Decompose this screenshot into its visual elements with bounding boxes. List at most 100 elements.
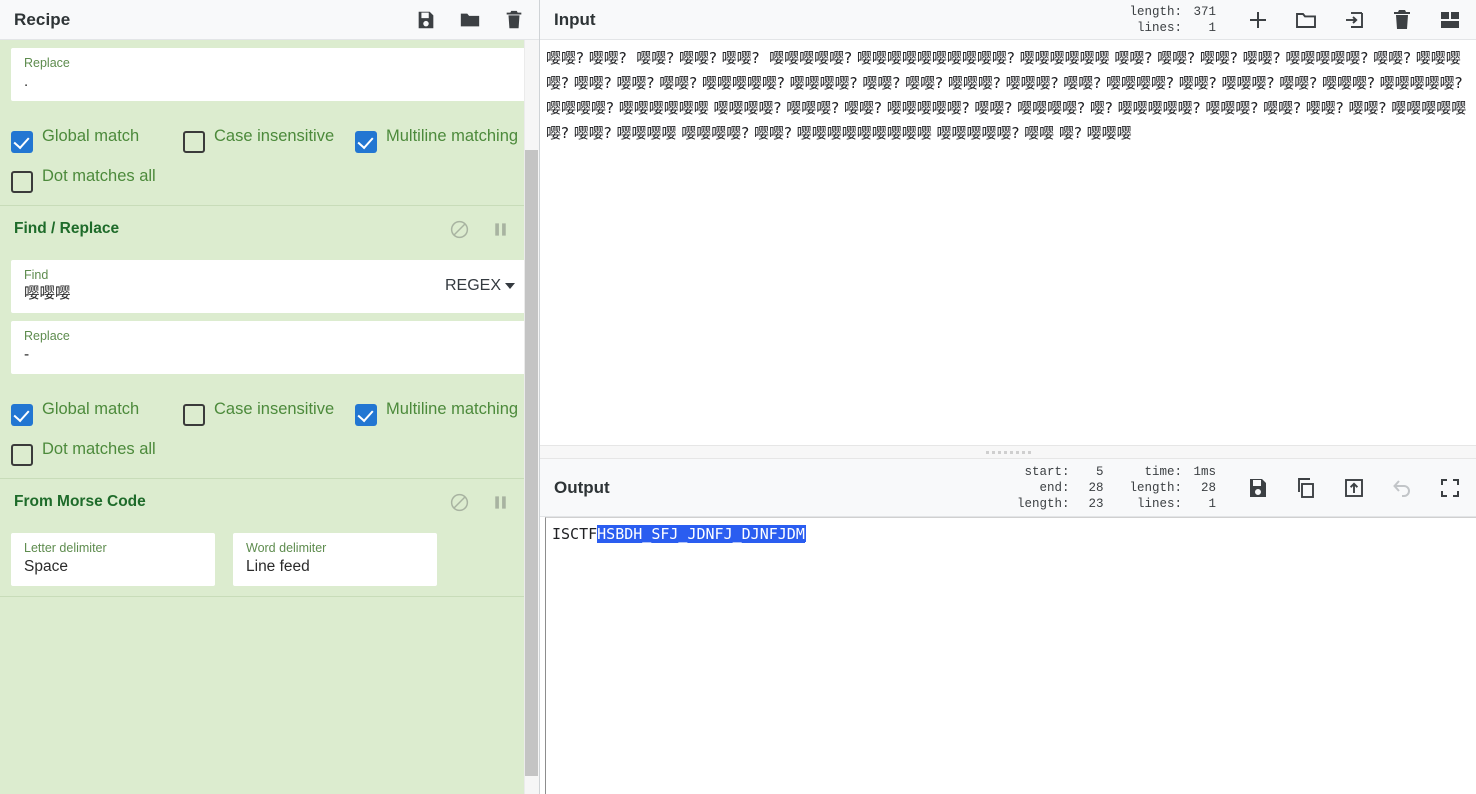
output-time: time: 1ms: [1144, 464, 1216, 479]
checkbox-label: Multiline matching: [386, 400, 519, 418]
recipe-header: Recipe: [0, 0, 539, 40]
input-textarea[interactable]: 嘤嘤? 嘤嘤? 嘤嘤? 嘤嘤? 嘤嘤? 嘤嘤嘤嘤嘤? 嘤嘤嘤嘤嘤嘤嘤嘤嘤嘤? 嘤…: [540, 40, 1476, 445]
chevron-down-icon: [505, 282, 515, 289]
page-title: Recipe: [14, 9, 71, 29]
checkbox-label: Case insensitive: [214, 400, 335, 418]
output-title: Output: [554, 477, 610, 497]
splitter-grip-icon: [985, 450, 1031, 454]
output-lines: lines: 1: [1136, 496, 1216, 511]
field-label: Letter delimiter: [24, 541, 107, 555]
checkbox-global-match[interactable]: Global match: [11, 113, 183, 153]
input-length: length: 371: [1129, 4, 1216, 19]
save-recipe-icon[interactable]: [415, 9, 437, 31]
checkbox-box[interactable]: [11, 171, 33, 193]
letter-delimiter-field[interactable]: Letter delimiter Space: [11, 533, 215, 586]
save-output-icon[interactable]: [1246, 476, 1270, 500]
text-caret: [804, 525, 806, 542]
operation-checkboxes: Global match Case insensitive Multiline …: [0, 101, 539, 195]
find-type-value: REGEX: [444, 277, 501, 294]
field-value: Line feed: [246, 558, 310, 575]
checkbox-case-insensitive[interactable]: Case insensitive: [183, 386, 355, 426]
output-selection-length: length: 23: [1016, 496, 1104, 511]
checkbox-case-insensitive[interactable]: Case insensitive: [183, 113, 355, 153]
output-end: end: 28: [1039, 480, 1104, 495]
checkbox-box[interactable]: [11, 444, 33, 466]
field-value: 嘤嘤嘤: [24, 285, 71, 302]
checkbox-global-match[interactable]: Global match: [11, 386, 183, 426]
operation-title: From Morse Code: [14, 493, 146, 510]
checkbox-multiline-matching[interactable]: Multiline matching: [355, 113, 527, 153]
io-splitter[interactable]: [540, 445, 1476, 459]
add-input-tab-icon[interactable]: [1246, 8, 1270, 32]
field-value: Space: [24, 558, 68, 575]
checkbox-box[interactable]: [11, 404, 33, 426]
checkbox-box[interactable]: [355, 131, 377, 153]
disable-operation-icon[interactable]: [449, 492, 470, 513]
operation-header: Find / Replace: [0, 206, 539, 252]
operation-header: From Morse Code: [0, 479, 539, 525]
output-section: Output start: 5 end: 28 length: 23 time:…: [540, 459, 1476, 794]
input-header: Input length: 371 lines: 1: [540, 0, 1476, 40]
maximise-output-icon[interactable]: [1438, 476, 1462, 500]
operation-checkboxes: Global match Case insensitive Multiline …: [0, 374, 539, 468]
checkbox-label: Case insensitive: [214, 127, 335, 145]
copy-output-icon[interactable]: [1294, 476, 1318, 500]
clear-recipe-icon[interactable]: [503, 9, 525, 31]
undo-icon[interactable]: [1390, 476, 1414, 500]
checkbox-box[interactable]: [11, 131, 33, 153]
field-value: .: [24, 73, 29, 90]
open-file-icon[interactable]: [1294, 8, 1318, 32]
checkbox-box[interactable]: [183, 131, 205, 153]
output-meta: start: 5 end: 28 length: 23 time: 1ms le…: [1017, 464, 1216, 512]
checkbox-multiline-matching[interactable]: Multiline matching: [355, 386, 527, 426]
checkbox-label: Global match: [42, 400, 140, 418]
output-textarea[interactable]: ISCTFHSBDH_SFJ_JDNFJ_DJNFJDM: [545, 517, 1476, 794]
recipe-operation[interactable]: Find / Replace Find 嘤嘤嘤 REGEX Replace - …: [0, 206, 539, 479]
recipe-operation[interactable]: From Morse Code Letter delimiter Space W…: [0, 479, 539, 597]
field-label: Word delimiter: [246, 541, 327, 555]
output-text-selection: HSBDH_SFJ_JDNFJ_DJNFJDM: [597, 525, 805, 543]
recipe-scrollbar-thumb[interactable]: [525, 150, 538, 776]
recipe-operation[interactable]: Replace . Global match Case insensitive: [0, 48, 539, 206]
output-header: Output start: 5 end: 28 length: 23 time:…: [540, 459, 1476, 517]
checkbox-dot-matches-all[interactable]: Dot matches all: [11, 426, 183, 466]
recipe-scrollbar[interactable]: [524, 40, 539, 794]
replace-field[interactable]: Replace .: [11, 48, 528, 101]
pause-operation-icon[interactable]: [490, 219, 511, 240]
operation-controls: [449, 219, 525, 240]
output-selection-meta: start: 5 end: 28 length: 23: [1017, 464, 1104, 512]
operation-controls: [449, 492, 525, 513]
clear-input-icon[interactable]: [1390, 8, 1414, 32]
open-folder-as-input-icon[interactable]: [1342, 8, 1366, 32]
checkbox-box[interactable]: [355, 404, 377, 426]
recipe-operation-list[interactable]: Replace . Global match Case insensitive: [0, 40, 539, 794]
field-label: Find: [24, 268, 49, 282]
replace-field[interactable]: Replace -: [11, 321, 528, 374]
word-delimiter-field[interactable]: Word delimiter Line feed: [233, 533, 437, 586]
checkbox-label: Dot matches all: [42, 167, 156, 185]
input-title: Input: [554, 9, 596, 29]
output-text-content: ISCTFHSBDH_SFJ_JDNFJ_DJNFJDM: [552, 524, 1476, 545]
load-recipe-icon[interactable]: [459, 9, 481, 31]
find-type-dropdown[interactable]: REGEX: [435, 277, 515, 295]
output-icons: [1246, 476, 1462, 500]
cyberchef-app: Recipe Replace . Global match Case insen…: [0, 0, 1476, 794]
checkbox-dot-matches-all[interactable]: Dot matches all: [11, 153, 183, 193]
output-stats-meta: time: 1ms length: 28 lines: 1: [1129, 464, 1216, 512]
field-value: -: [24, 346, 30, 363]
checkbox-label: Global match: [42, 127, 140, 145]
replace-input-with-output-icon[interactable]: [1342, 476, 1366, 500]
input-meta: length: 371 lines: 1: [1129, 4, 1216, 36]
input-lines: lines: 1: [1136, 20, 1216, 35]
find-field[interactable]: Find 嘤嘤嘤 REGEX: [11, 260, 528, 313]
input-icons: [1246, 8, 1462, 32]
pause-operation-icon[interactable]: [490, 492, 511, 513]
checkbox-box[interactable]: [183, 404, 205, 426]
io-panel: Input length: 371 lines: 1 嘤嘤? 嘤嘤? 嘤嘤? 嘤…: [540, 0, 1476, 794]
input-tabs-layout-icon[interactable]: [1438, 8, 1462, 32]
disable-operation-icon[interactable]: [449, 219, 470, 240]
operation-title: Find / Replace: [14, 220, 120, 237]
checkbox-label: Multiline matching: [386, 127, 519, 145]
input-text-content: 嘤嘤? 嘤嘤? 嘤嘤? 嘤嘤? 嘤嘤? 嘤嘤嘤嘤嘤? 嘤嘤嘤嘤嘤嘤嘤嘤嘤嘤? 嘤…: [546, 49, 1468, 142]
output-length: length: 28: [1129, 480, 1216, 495]
